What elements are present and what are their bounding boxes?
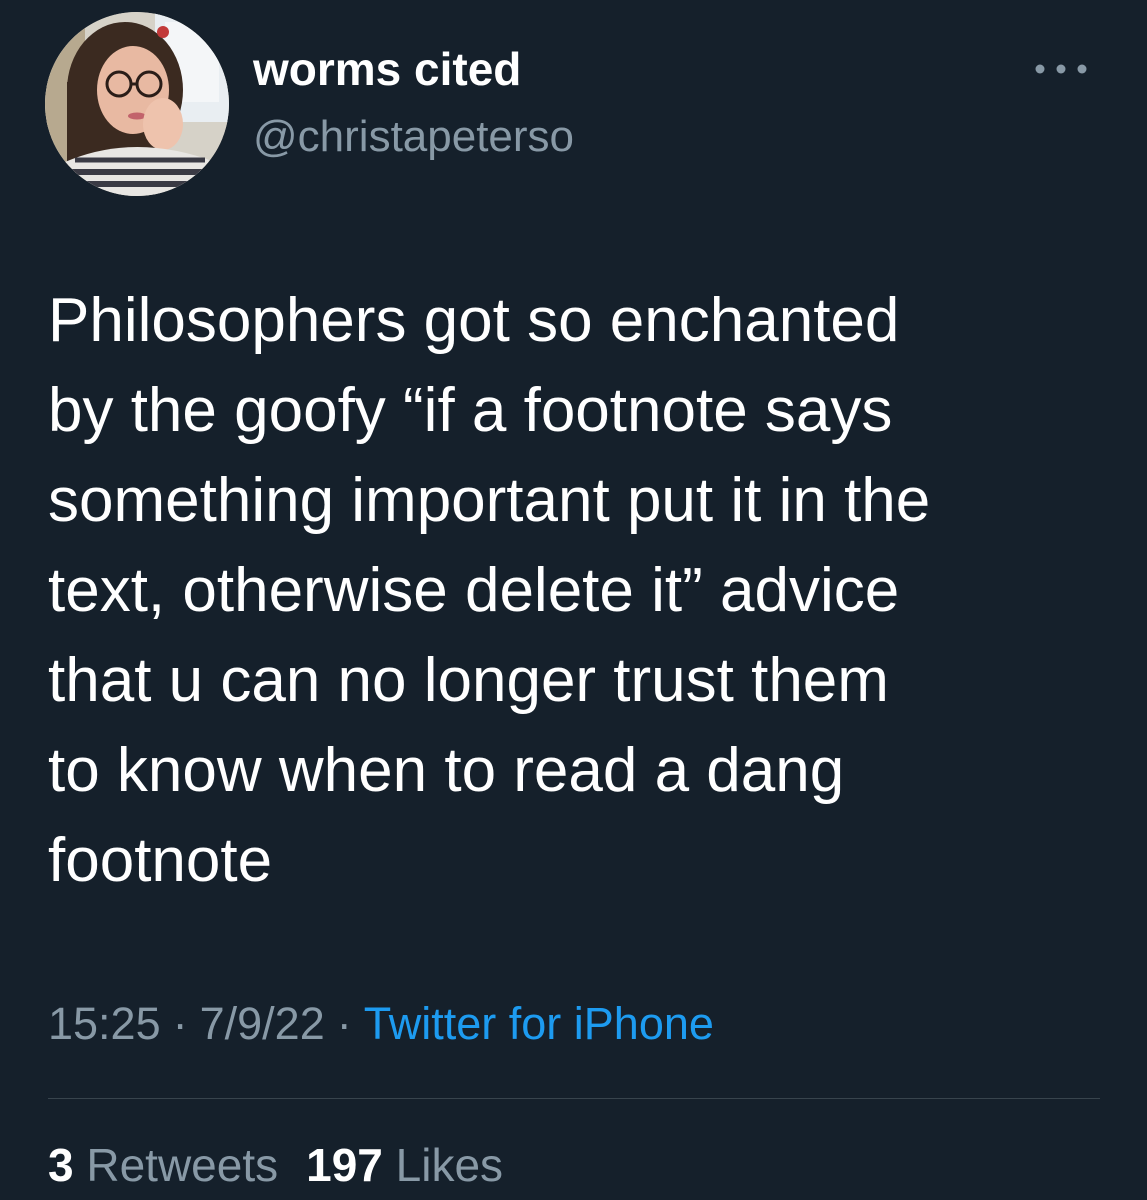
engagement-stats: 3 Retweets 197 Likes [48, 1138, 503, 1192]
retweets-count: 3 [48, 1139, 74, 1191]
likes-count: 197 [306, 1139, 383, 1191]
tweet-date[interactable]: 7/9/22 [200, 998, 325, 1049]
retweets-stat[interactable]: 3 Retweets [48, 1139, 278, 1191]
divider [48, 1098, 1100, 1099]
retweets-label: Retweets [86, 1139, 279, 1191]
display-name[interactable]: worms cited [253, 42, 521, 96]
tweet-card: worms cited @christapeterso Philosophers… [0, 0, 1147, 1200]
likes-stat[interactable]: 197 Likes [306, 1139, 503, 1191]
tweet-time[interactable]: 15:25 [48, 998, 161, 1049]
avatar[interactable] [45, 12, 229, 196]
tweet-metadata: 15:25 · 7/9/22 · Twitter for iPhone [48, 998, 714, 1050]
separator: · [172, 998, 188, 1049]
separator: · [336, 998, 352, 1049]
more-horizontal-icon[interactable] [1026, 54, 1096, 84]
tweet-source-link[interactable]: Twitter for iPhone [364, 998, 714, 1049]
tweet-text: Philosophers got so enchanted by the goo… [48, 286, 931, 895]
likes-label: Likes [395, 1139, 504, 1191]
user-handle[interactable]: @christapeterso [253, 112, 574, 162]
